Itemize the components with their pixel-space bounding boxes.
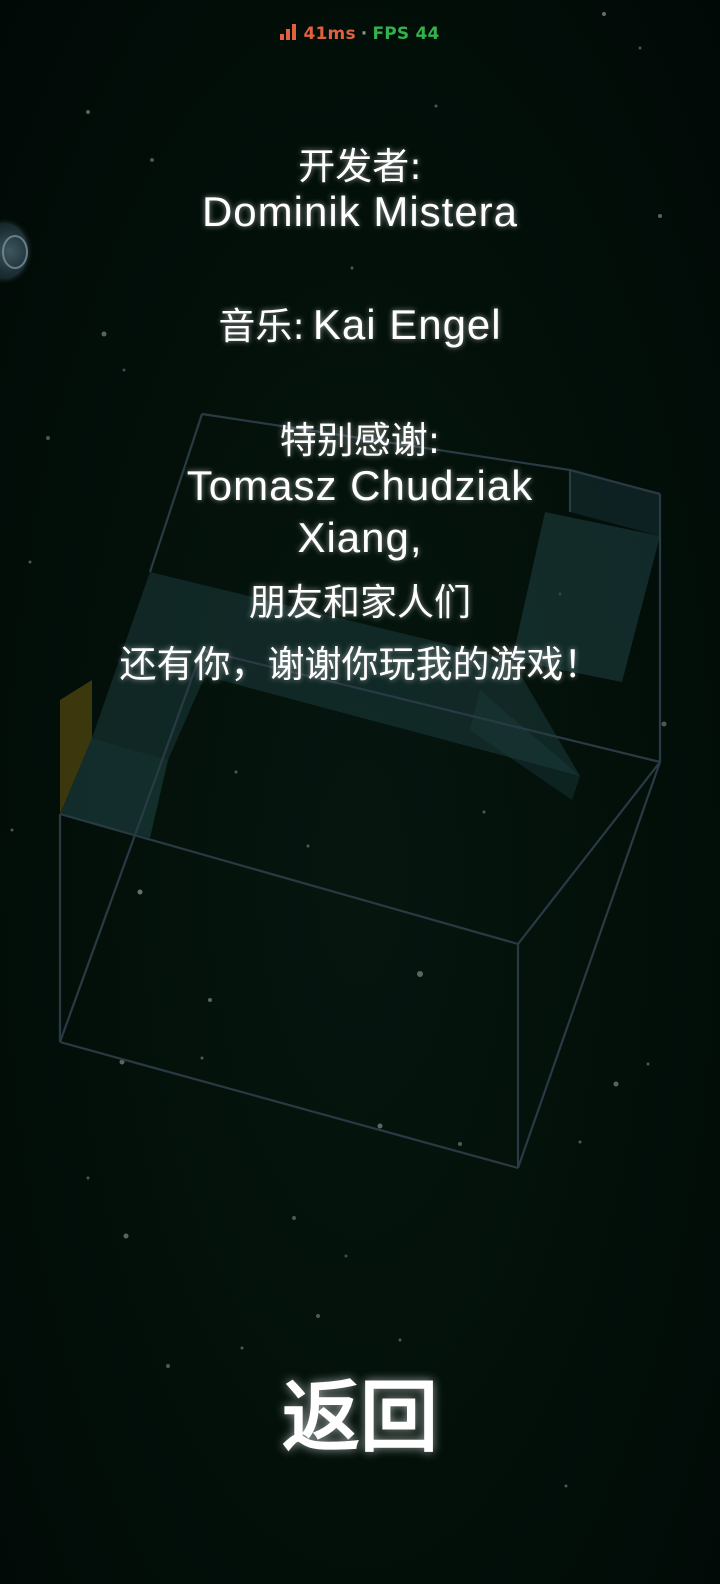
back-button[interactable]: 返回	[230, 1368, 490, 1468]
thanks-name-1: Tomasz Chudziak	[186, 462, 534, 509]
music-label: 音乐:	[218, 305, 305, 348]
thanks-heading: 特别感谢:	[279, 419, 441, 462]
music-name: Kai Engel	[312, 301, 502, 348]
performance-status: 41ms · FPS 44	[0, 24, 720, 44]
ring-icon	[2, 235, 28, 269]
thanks-name-2: Xiang,	[297, 514, 423, 561]
fps-value: FPS 44	[372, 24, 440, 44]
thanks-player: 还有你，谢谢你玩我的游戏！	[119, 643, 601, 686]
developer-heading: 开发者:	[298, 145, 422, 188]
signal-bars-icon	[280, 24, 297, 40]
status-separator: ·	[360, 24, 368, 44]
latency-value: 41ms	[303, 24, 356, 44]
music-credit: 音乐: Kai Engel	[0, 296, 720, 350]
wireframe-cube-scene	[10, 12, 667, 1488]
developer-name: Dominik Mistera	[201, 188, 519, 235]
thanks-friends: 朋友和家人们	[249, 581, 471, 624]
